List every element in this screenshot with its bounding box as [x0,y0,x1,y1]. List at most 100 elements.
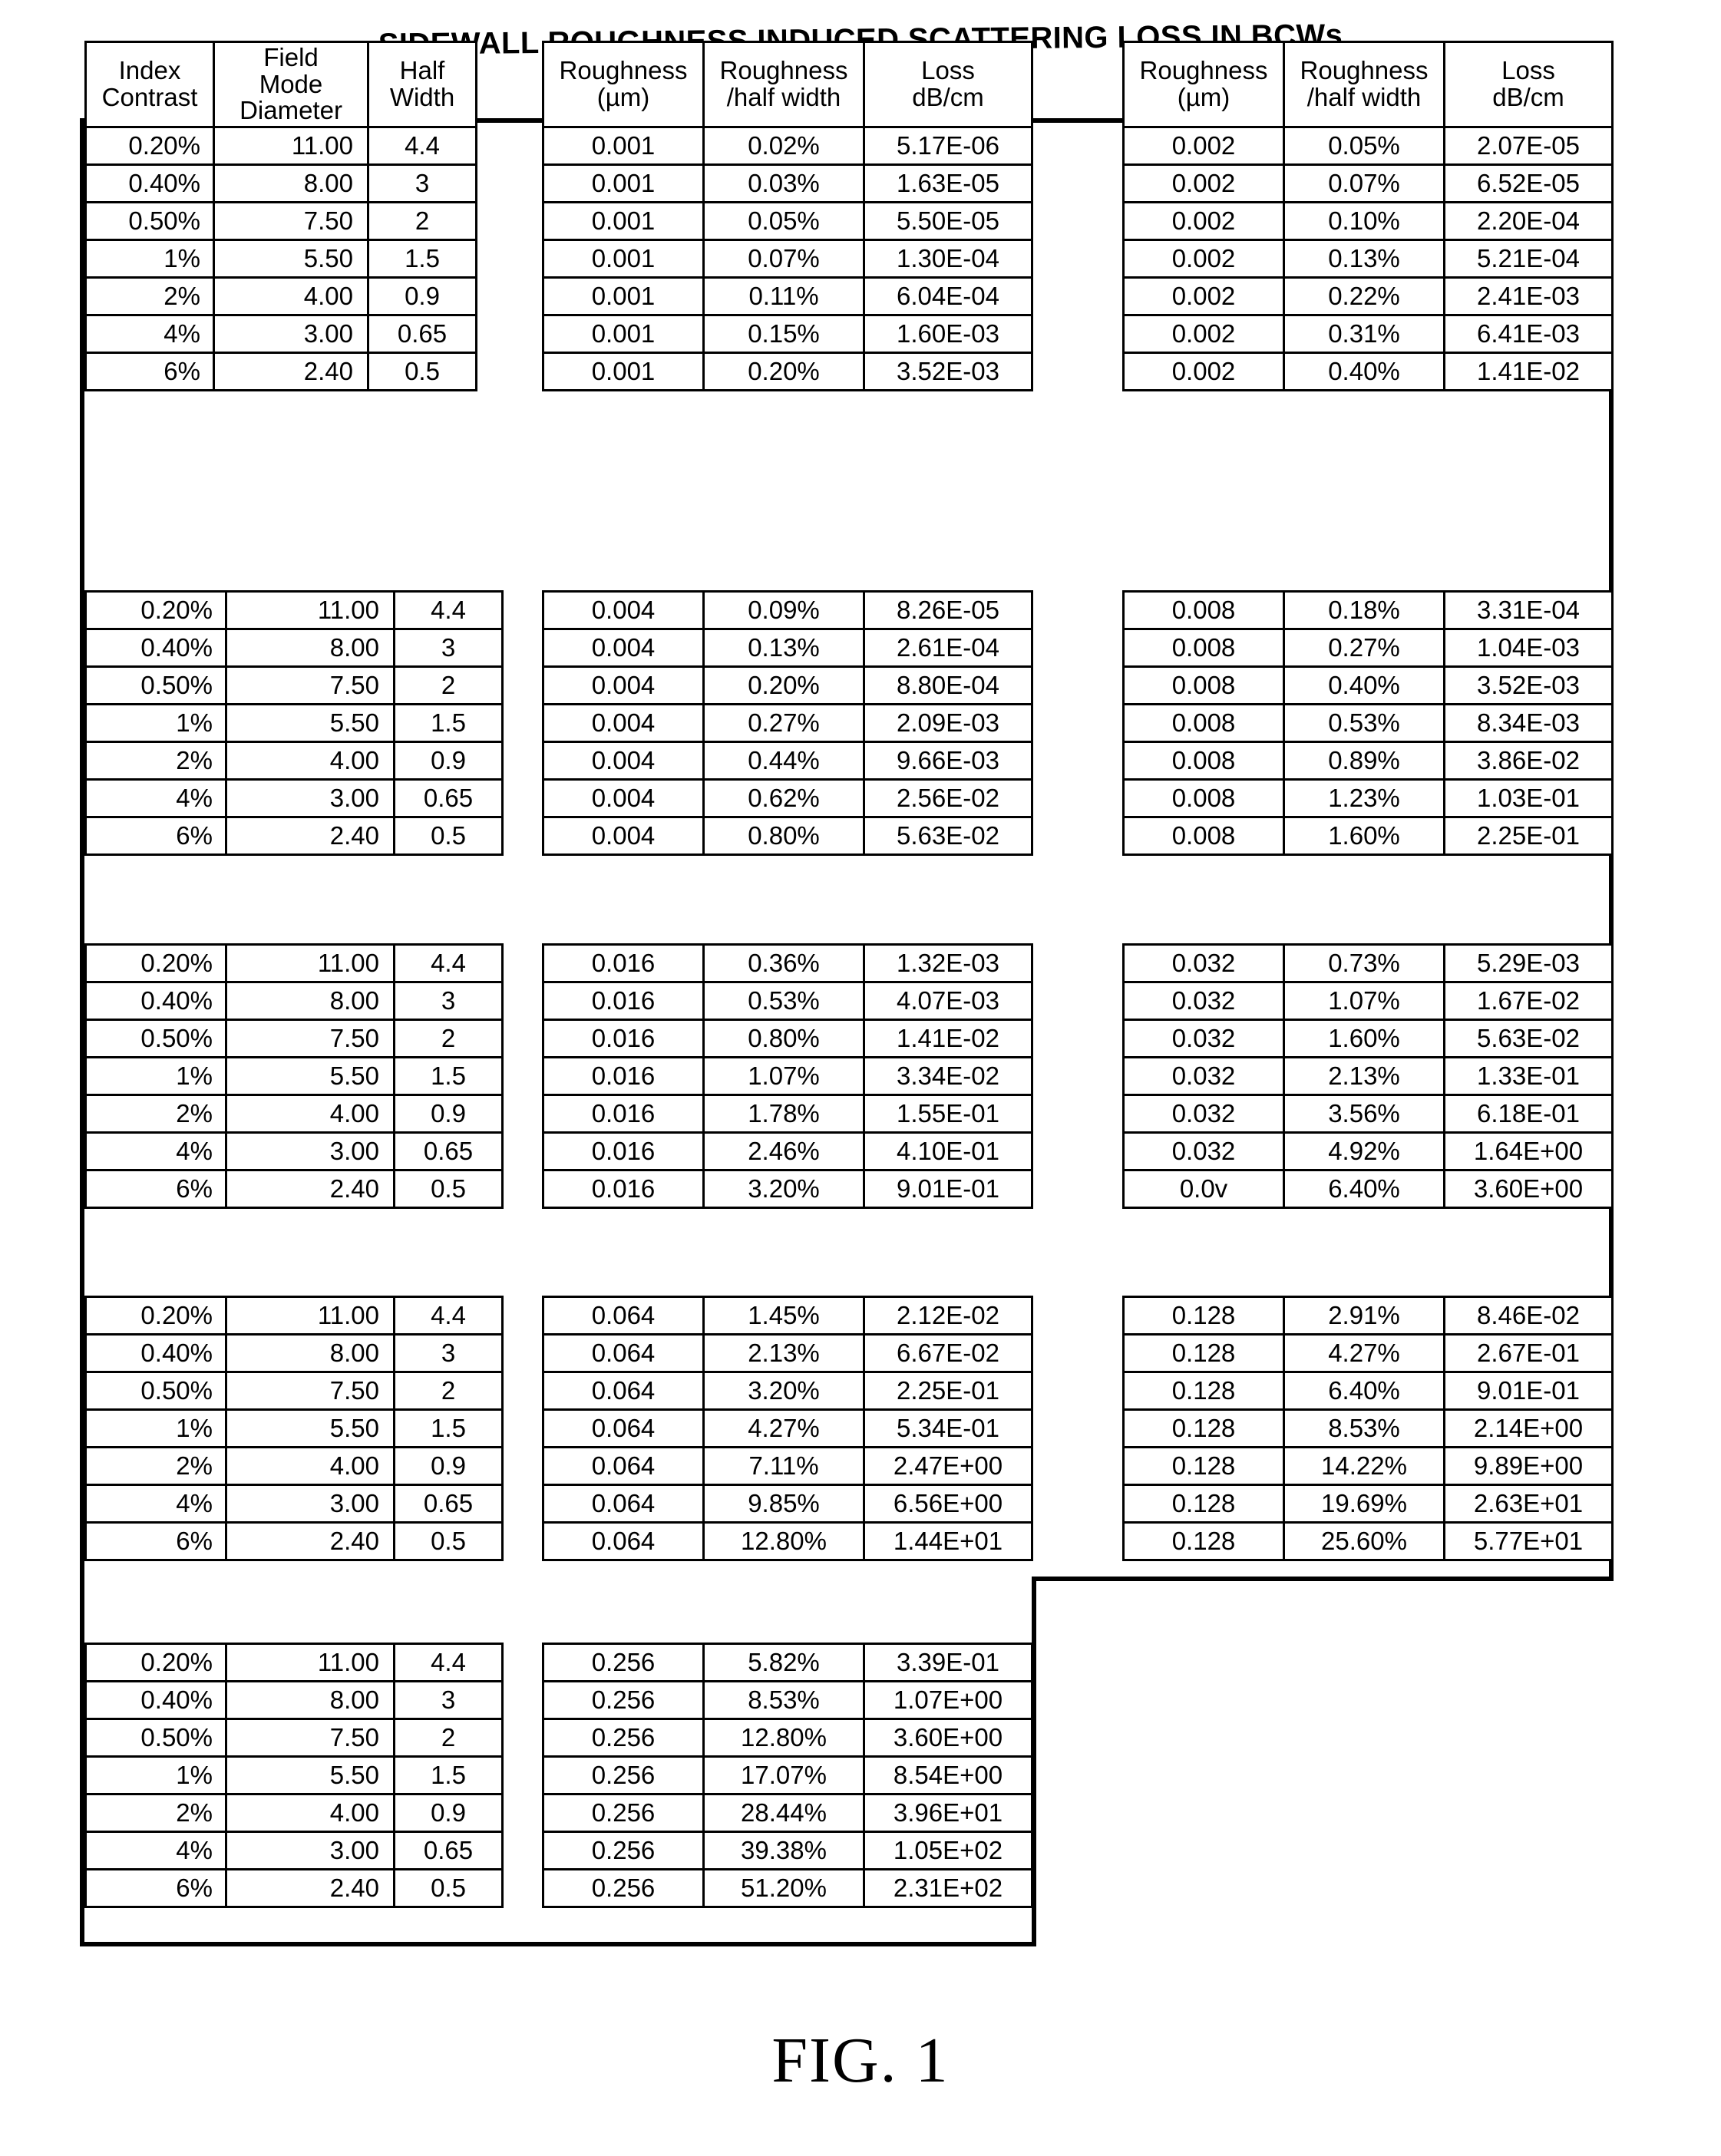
table-row: 0.016 1.78% 1.55E-01 [542,1094,1033,1134]
cell-roughness: 0.004 [542,703,705,743]
header-roughness-per-half-width-line: Roughness [1300,56,1429,85]
table-row: 0.002 0.10% 2.20E-04 [1122,201,1614,241]
cell-loss: 5.34E-01 [863,1408,1033,1448]
cell-index-contrast: 0.20% [84,943,227,983]
cell-roughness-ratio: 1.60% [1283,1019,1445,1058]
cell-index-contrast: 0.20% [84,1296,227,1336]
cell-index-contrast: 0.50% [84,1371,227,1411]
table-row: 0.20% 11.00 4.4 [84,1296,504,1336]
table-row: 1% 5.50 1.5 [84,703,504,743]
table-row: 0.004 0.20% 8.80E-04 [542,665,1033,705]
cell-index-contrast: 1% [84,703,227,743]
table-row: 0.008 0.53% 8.34E-03 [1122,703,1614,743]
table-row: 0.064 9.85% 6.56E+00 [542,1484,1033,1524]
cell-roughness: 0.032 [1122,1019,1285,1058]
cell-field-mode-diameter: 11.00 [225,590,395,630]
cell-loss: 8.80E-04 [863,665,1033,705]
cell-loss: 2.63E+01 [1443,1484,1614,1524]
cell-roughness: 0.064 [542,1484,705,1524]
header-roughness-line: Roughness [1139,56,1268,85]
cell-roughness-ratio: 2.13% [1283,1056,1445,1096]
cell-roughness-ratio: 1.60% [1283,816,1445,856]
cell-roughness-ratio: 8.53% [702,1680,865,1720]
table-row: 0.002 0.13% 5.21E-04 [1122,239,1614,279]
cell-roughness-ratio: 39.38% [702,1831,865,1870]
cell-roughness: 0.004 [542,741,705,781]
table-row: 0.032 3.56% 6.18E-01 [1122,1094,1614,1134]
waveguide-parameters-table: 0.20% 11.00 4.4 0.40% 8.00 3 0.50% 7.50 2 1% 5.50 1… [84,1296,504,1561]
header-roughness-per-half-width: Roughness/half width [1283,41,1445,128]
table-row: 0.064 3.20% 2.25E-01 [542,1371,1033,1411]
cell-roughness: 0.001 [542,201,705,241]
cell-loss: 5.63E-02 [863,816,1033,856]
cell-loss: 3.86E-02 [1443,741,1614,781]
cell-index-contrast: 2% [84,276,215,316]
cell-loss: 1.67E-02 [1443,981,1614,1021]
roughness-loss-table-middle: 0.064 1.45% 2.12E-02 0.064 2.13% 6.67E-02 0.06… [542,1296,1033,1561]
cell-field-mode-diameter: 2.40 [225,1521,395,1561]
cell-field-mode-diameter: 5.50 [225,1056,395,1096]
table-row: 0.20% 11.00 4.4 [84,126,477,166]
table-row: 6% 2.40 0.5 [84,816,504,856]
cell-loss: 5.21E-04 [1443,239,1614,279]
table-row: 0.008 0.89% 3.86E-02 [1122,741,1614,781]
cell-index-contrast: 0.20% [84,126,215,166]
cell-roughness: 0.128 [1122,1484,1285,1524]
table-body: Roughness (µm) Roughness/half width Loss dB/… [542,41,1033,391]
cell-loss: 2.07E-05 [1443,126,1614,166]
cell-roughness: 0.256 [542,1831,705,1870]
cell-half-width: 0.5 [393,1169,504,1209]
header-field-mode-diameter-line: Mode [259,69,323,98]
cell-half-width: 4.4 [393,943,504,983]
cell-index-contrast: 0.20% [84,590,227,630]
table-row: 1% 5.50 1.5 [84,1408,504,1448]
header-half-width-line: Width [389,83,455,111]
cell-field-mode-diameter: 8.00 [225,1680,395,1720]
cell-half-width: 1.5 [393,1056,504,1096]
cell-roughness-ratio: 2.13% [702,1333,865,1373]
table-row: 0.064 1.45% 2.12E-02 [542,1296,1033,1336]
cell-loss: 5.17E-06 [863,126,1033,166]
cell-loss: 3.52E-03 [1443,665,1614,705]
table-row: 2% 4.00 0.9 [84,1094,504,1134]
cell-roughness: 0.032 [1122,1094,1285,1134]
cell-roughness: 0.016 [542,1131,705,1171]
table-header-row: Roughness (µm) Roughness/half width Loss dB/… [1122,41,1614,128]
header-field-mode-diameter-line: Diameter [239,96,342,125]
cell-index-contrast: 4% [84,314,215,354]
cell-index-contrast: 0.20% [84,1643,227,1682]
cell-index-contrast: 0.40% [84,163,215,203]
cell-roughness-ratio: 3.20% [702,1371,865,1411]
cell-roughness-ratio: 4.27% [702,1408,865,1448]
table-row: 0.004 0.80% 5.63E-02 [542,816,1033,856]
table-row: 0.032 1.60% 5.63E-02 [1122,1019,1614,1058]
cell-loss: 1.03E-01 [1443,778,1614,818]
cell-roughness-ratio: 5.82% [702,1643,865,1682]
cell-loss: 6.41E-03 [1443,314,1614,354]
cell-loss: 3.96E+01 [863,1793,1033,1833]
table-row: 0.001 0.20% 3.52E-03 [542,352,1033,391]
cell-roughness: 0.256 [542,1718,705,1758]
cell-roughness: 0.256 [542,1868,705,1908]
cell-index-contrast: 6% [84,1868,227,1908]
cell-roughness: 0.004 [542,778,705,818]
table-row: 0.064 2.13% 6.67E-02 [542,1333,1033,1373]
table-row: 0.128 8.53% 2.14E+00 [1122,1408,1614,1448]
table-body: 0.128 2.91% 8.46E-02 0.128 4.27% 2.67E-01 0.12… [1122,1296,1614,1561]
cell-roughness-ratio: 0.40% [1283,665,1445,705]
table-row: 0.008 1.23% 1.03E-01 [1122,778,1614,818]
table-row: 1% 5.50 1.5 [84,1755,504,1795]
cell-roughness-ratio: 0.80% [702,816,865,856]
cell-index-contrast: 4% [84,1831,227,1870]
table-body: 0.008 0.18% 3.31E-04 0.008 0.27% 1.04E-03 0.00… [1122,590,1614,856]
cell-roughness: 0.256 [542,1793,705,1833]
cell-roughness-ratio: 7.11% [702,1446,865,1486]
cell-roughness-ratio: 1.45% [702,1296,865,1336]
waveguide-parameters-table: 0.20% 11.00 4.4 0.40% 8.00 3 0.50% 7.50 2 1% 5.50 1… [84,1643,504,1908]
table-body: 0.032 0.73% 5.29E-03 0.032 1.07% 1.67E-02 0.03… [1122,943,1614,1209]
table-row: 0.008 0.18% 3.31E-04 [1122,590,1614,630]
waveguide-parameters-table: Index Contrast Field Mode Diameter Half Width 0… [84,41,477,391]
cell-field-mode-diameter: 8.00 [225,628,395,668]
cell-loss: 2.31E+02 [863,1868,1033,1908]
cell-index-contrast: 0.40% [84,628,227,668]
